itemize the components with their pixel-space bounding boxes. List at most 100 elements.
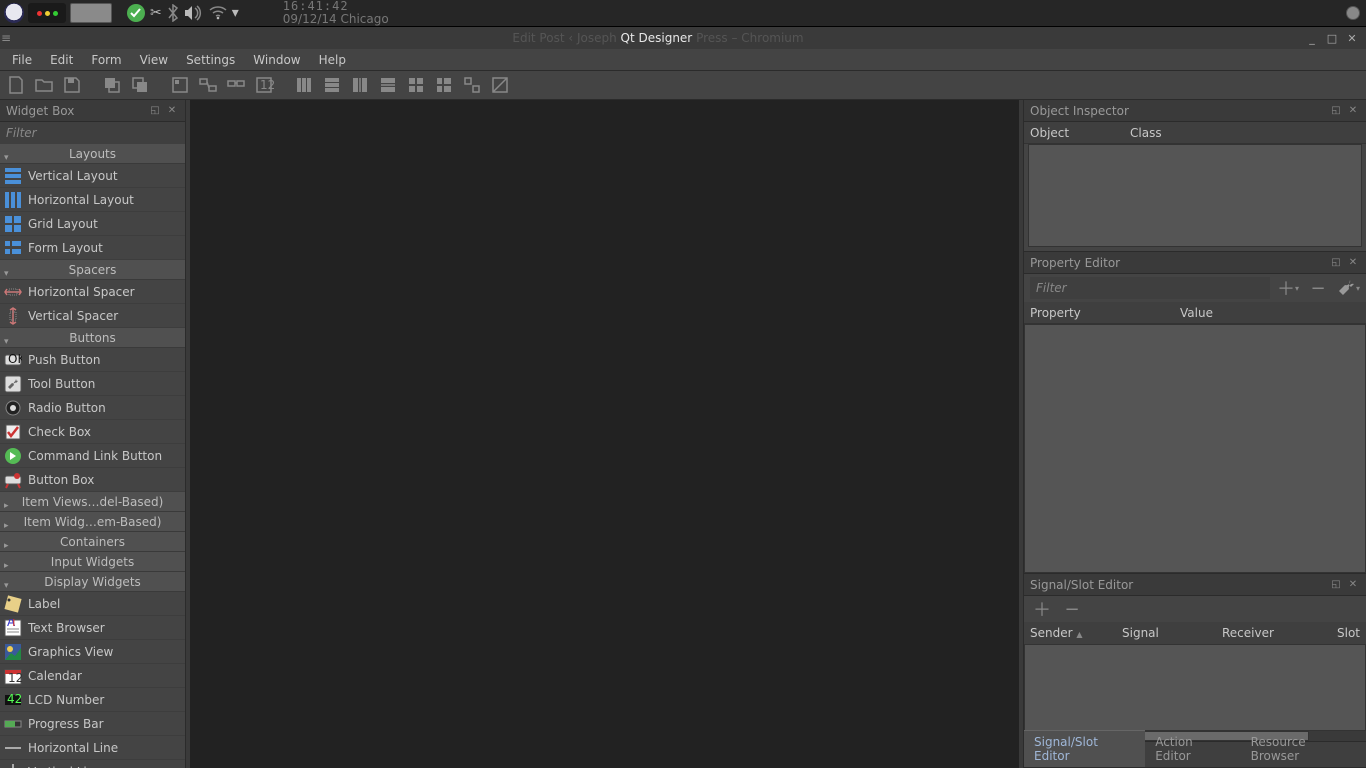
dock-close-button[interactable]: ✕ bbox=[165, 104, 179, 118]
widget-item[interactable]: Push Button bbox=[0, 348, 185, 372]
widget-item[interactable]: Command Link Button bbox=[0, 444, 185, 468]
layout-grid-button[interactable] bbox=[404, 73, 428, 97]
widget-item[interactable]: Vertical Layout bbox=[0, 164, 185, 188]
tab-resource-browser[interactable]: Resource Browser bbox=[1241, 731, 1366, 767]
menu-window[interactable]: Window bbox=[245, 51, 308, 69]
widget-item[interactable]: LCD Number bbox=[0, 688, 185, 712]
layout-horizontal-button[interactable] bbox=[292, 73, 316, 97]
layout-form-button[interactable] bbox=[432, 73, 456, 97]
column-property[interactable]: Property bbox=[1030, 306, 1180, 320]
volume-icon[interactable] bbox=[184, 2, 204, 24]
add-property-button[interactable]: ＋▾ bbox=[1276, 277, 1300, 299]
widget-item[interactable]: Label bbox=[0, 592, 185, 616]
widget-item[interactable]: Button Box bbox=[0, 468, 185, 492]
menu-settings[interactable]: Settings bbox=[178, 51, 243, 69]
widget-category-header[interactable]: ▸Containers bbox=[0, 532, 185, 552]
widget-category-header[interactable]: ▸Input Widgets bbox=[0, 552, 185, 572]
widget-category-header[interactable]: ▾Layouts bbox=[0, 144, 185, 164]
close-button[interactable]: ✕ bbox=[1344, 31, 1360, 45]
widget-category-header[interactable]: ▾Display Widgets bbox=[0, 572, 185, 592]
edit-widgets-button[interactable] bbox=[168, 73, 192, 97]
maximize-button[interactable]: □ bbox=[1324, 31, 1340, 45]
dock-close-button[interactable]: ✕ bbox=[1346, 256, 1360, 270]
widget-item[interactable]: Calendar bbox=[0, 664, 185, 688]
scissors-icon[interactable]: ✂ bbox=[150, 2, 162, 24]
edit-signals-button[interactable] bbox=[196, 73, 220, 97]
minimize-button[interactable]: _ bbox=[1304, 31, 1320, 45]
break-layout-button[interactable] bbox=[460, 73, 484, 97]
menu-edit[interactable]: Edit bbox=[42, 51, 81, 69]
dock-close-button[interactable]: ✕ bbox=[1346, 104, 1360, 118]
tab-signal-slot-editor[interactable]: Signal/Slot Editor bbox=[1024, 730, 1145, 767]
column-signal[interactable]: Signal bbox=[1116, 626, 1216, 640]
menu-help[interactable]: Help bbox=[311, 51, 354, 69]
remove-connection-button[interactable]: − bbox=[1060, 598, 1084, 620]
widget-item[interactable]: Horizontal Spacer bbox=[0, 280, 185, 304]
add-connection-button[interactable]: ＋ bbox=[1030, 598, 1054, 620]
widget-box-filter-input[interactable] bbox=[0, 122, 185, 144]
object-inspector-columns[interactable]: Object Class bbox=[1024, 122, 1366, 144]
widget-category-header[interactable]: ▾Buttons bbox=[0, 328, 185, 348]
dock-float-button[interactable]: ◱ bbox=[148, 104, 162, 118]
send-to-back-button[interactable] bbox=[100, 73, 124, 97]
remove-property-button[interactable]: − bbox=[1306, 277, 1330, 299]
open-file-button[interactable] bbox=[32, 73, 56, 97]
widget-item[interactable]: Graphics View bbox=[0, 640, 185, 664]
dock-close-button[interactable]: ✕ bbox=[1346, 578, 1360, 592]
save-file-button[interactable] bbox=[60, 73, 84, 97]
design-canvas[interactable] bbox=[190, 100, 1019, 768]
tray-right-icon[interactable] bbox=[1344, 2, 1362, 24]
signal-slot-columns[interactable]: Sender ▲ Signal Receiver Slot bbox=[1024, 622, 1366, 644]
layout-hsplitter-button[interactable] bbox=[348, 73, 372, 97]
property-editor-table[interactable] bbox=[1024, 324, 1366, 573]
widget-category-header[interactable]: ▸Item Widg…em-Based) bbox=[0, 512, 185, 532]
widget-item[interactable]: Tool Button bbox=[0, 372, 185, 396]
column-class[interactable]: Class bbox=[1130, 126, 1360, 140]
layout-vertical-button[interactable] bbox=[320, 73, 344, 97]
menu-file[interactable]: File bbox=[4, 51, 40, 69]
taskbar-button[interactable] bbox=[70, 2, 112, 24]
configure-button[interactable]: ▾ bbox=[1336, 277, 1360, 299]
column-value[interactable]: Value bbox=[1180, 306, 1360, 320]
titlebar-grip-icon[interactable]: ≡ bbox=[0, 31, 12, 45]
widget-item[interactable]: Vertical Line bbox=[0, 760, 185, 768]
menu-form[interactable]: Form bbox=[83, 51, 129, 69]
menu-view[interactable]: View bbox=[132, 51, 176, 69]
widget-box-list[interactable]: ▾LayoutsVertical LayoutHorizontal Layout… bbox=[0, 144, 185, 768]
edit-buddies-button[interactable] bbox=[224, 73, 248, 97]
wifi-icon[interactable] bbox=[208, 2, 228, 24]
new-file-button[interactable] bbox=[4, 73, 28, 97]
widget-item[interactable]: Grid Layout bbox=[0, 212, 185, 236]
property-editor-columns[interactable]: Property Value bbox=[1024, 302, 1366, 324]
bring-to-front-button[interactable] bbox=[128, 73, 152, 97]
widget-item[interactable]: Progress Bar bbox=[0, 712, 185, 736]
widget-item[interactable]: Text Browser bbox=[0, 616, 185, 640]
widget-item[interactable]: Form Layout bbox=[0, 236, 185, 260]
adjust-size-button[interactable] bbox=[488, 73, 512, 97]
layout-vsplitter-button[interactable] bbox=[376, 73, 400, 97]
column-sender[interactable]: Sender ▲ bbox=[1024, 626, 1116, 640]
column-object[interactable]: Object bbox=[1030, 126, 1130, 140]
widget-item[interactable]: Horizontal Line bbox=[0, 736, 185, 760]
dock-float-button[interactable]: ◱ bbox=[1329, 256, 1343, 270]
object-inspector-tree[interactable] bbox=[1028, 144, 1362, 247]
dock-float-button[interactable]: ◱ bbox=[1329, 578, 1343, 592]
status-ok-icon[interactable] bbox=[126, 2, 146, 24]
widget-item[interactable]: Horizontal Layout bbox=[0, 188, 185, 212]
dock-float-button[interactable]: ◱ bbox=[1329, 104, 1343, 118]
property-editor-filter-input[interactable] bbox=[1030, 277, 1270, 299]
widget-item[interactable]: Vertical Spacer bbox=[0, 304, 185, 328]
widget-category-header[interactable]: ▾Spacers bbox=[0, 260, 185, 280]
signal-slot-table[interactable] bbox=[1024, 644, 1366, 731]
clock[interactable]: 16:41:42 09/12/14 Chicago bbox=[283, 2, 389, 24]
widget-item[interactable]: Radio Button bbox=[0, 396, 185, 420]
widget-category-header[interactable]: ▸Item Views…del-Based) bbox=[0, 492, 185, 512]
tab-action-editor[interactable]: Action Editor bbox=[1145, 731, 1240, 767]
column-slot[interactable]: Slot bbox=[1316, 626, 1366, 640]
workspace-pager[interactable] bbox=[28, 3, 66, 23]
column-receiver[interactable]: Receiver bbox=[1216, 626, 1316, 640]
widget-item[interactable]: Check Box bbox=[0, 420, 185, 444]
edit-tab-order-button[interactable]: 123 bbox=[252, 73, 276, 97]
tray-dropdown-icon[interactable]: ▾ bbox=[232, 2, 239, 24]
os-menu-icon[interactable] bbox=[4, 2, 24, 24]
